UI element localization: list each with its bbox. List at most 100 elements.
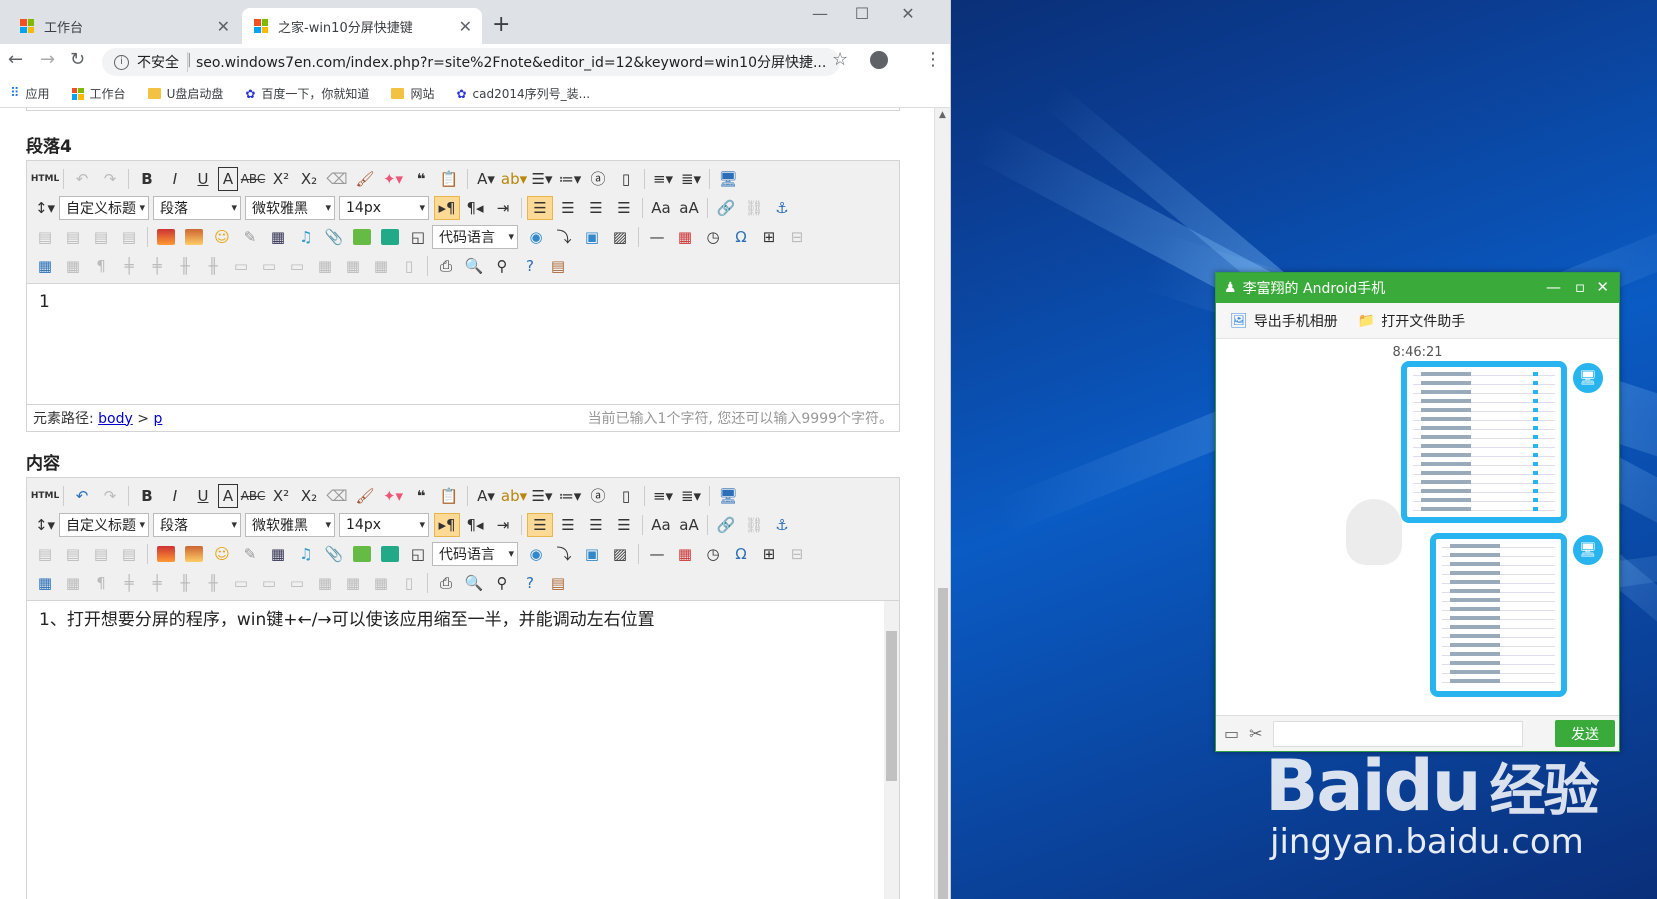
bookmark-sites[interactable]: 网站 (391, 85, 434, 102)
template-icon[interactable]: ▣ (579, 225, 605, 249)
indent-icon[interactable]: ⇥ (490, 513, 516, 537)
highlight-icon[interactable]: ab▾ (501, 167, 527, 191)
row-spacing-top-icon[interactable]: ≡▾ (650, 484, 676, 508)
wordimage-icon[interactable]: ⊞ (756, 542, 782, 566)
scrawl-icon[interactable]: ✎ (237, 225, 263, 249)
strikethrough-icon[interactable]: ABC (240, 167, 266, 191)
bookmark-workbench[interactable]: 工作台 (71, 85, 126, 102)
scrawl-icon[interactable]: ✎ (237, 542, 263, 566)
insert-image-icon[interactable] (181, 225, 207, 249)
qq-send-button[interactable]: 发送 (1555, 720, 1615, 747)
profile-avatar-icon[interactable] (870, 51, 888, 69)
new-tab-button[interactable]: + (492, 12, 510, 37)
qq-maximize-button[interactable]: ▫ (1575, 278, 1585, 296)
qq-minimize-button[interactable]: — (1546, 278, 1561, 296)
unordered-list-icon[interactable]: ≔▾ (557, 484, 583, 508)
page-break-icon[interactable]: ⤵ (551, 542, 577, 566)
music-icon[interactable]: ♫ (293, 225, 319, 249)
merge-right-icon[interactable]: ▭ (256, 254, 282, 278)
merge-cells-icon[interactable]: ▭ (228, 254, 254, 278)
search-replace-icon[interactable]: ⚲ (489, 571, 515, 595)
image-right-icon[interactable]: ▤ (88, 225, 114, 249)
simple-upload-icon[interactable] (153, 225, 179, 249)
insert-table-icon[interactable]: ▦ (32, 254, 58, 278)
line-height-icon[interactable]: ↕▾ (32, 196, 58, 220)
path-body-link[interactable]: body (98, 411, 133, 427)
insert-col-icon[interactable]: ╫ (172, 571, 198, 595)
select-all-icon[interactable]: ⓐ (585, 167, 611, 191)
unlink-icon[interactable]: ⛓ (741, 196, 767, 220)
indent-icon[interactable]: ⇥ (490, 196, 516, 220)
draft-icon[interactable]: ▤ (545, 571, 571, 595)
help-icon[interactable]: ? (517, 254, 543, 278)
eraser-icon[interactable]: ⌫ (324, 167, 350, 191)
image-left-icon[interactable]: ▤ (60, 542, 86, 566)
subscript-icon[interactable]: X₂ (296, 167, 322, 191)
superscript-icon[interactable]: X² (268, 484, 294, 508)
merge-down-icon[interactable]: ▭ (284, 254, 310, 278)
highlight-icon[interactable]: ab▾ (501, 484, 527, 508)
font-color-icon[interactable]: A▾ (473, 167, 499, 191)
split-cells-icon[interactable]: ▦ (312, 254, 338, 278)
align-justify-icon[interactable]: ☰ (611, 513, 637, 537)
paragraph-format-select[interactable]: 段落 (153, 195, 241, 220)
tab-close-icon[interactable]: ✕ (217, 17, 230, 36)
redo-icon[interactable]: ↷ (97, 484, 123, 508)
edittip-icon[interactable]: ⊟ (784, 225, 810, 249)
close-window-button[interactable]: ✕ (888, 4, 928, 23)
undo-icon[interactable]: ↶ (69, 484, 95, 508)
ltr-direction-icon[interactable]: ▸¶ (434, 195, 460, 220)
template-icon[interactable]: ▣ (579, 542, 605, 566)
undo-icon[interactable]: ↶ (69, 167, 95, 191)
redo-icon[interactable]: ↷ (97, 167, 123, 191)
select-all-icon[interactable]: ⓐ (585, 484, 611, 508)
web-page-icon[interactable]: ◉ (523, 225, 549, 249)
page-break-icon[interactable]: ⤵ (551, 225, 577, 249)
delete-col-icon[interactable]: ╫ (200, 571, 226, 595)
paste-plain-icon[interactable]: 📋 (436, 167, 462, 191)
font-border-icon[interactable]: A (218, 166, 238, 191)
web-page-icon[interactable]: ◉ (523, 542, 549, 566)
split-cells-icon[interactable]: ▦ (312, 571, 338, 595)
strikethrough-icon[interactable]: ABC (240, 484, 266, 508)
merge-down-icon[interactable]: ▭ (284, 571, 310, 595)
insert-video-icon[interactable]: ▦ (265, 225, 291, 249)
clear-doc-icon[interactable]: ▯ (613, 484, 639, 508)
font-family-select[interactable]: 微软雅黑 (245, 195, 335, 220)
delete-col-icon[interactable]: ╫ (200, 254, 226, 278)
merge-right-icon[interactable]: ▭ (256, 571, 282, 595)
screenshot-scissors-icon[interactable]: ✂ (1249, 724, 1262, 743)
insert-row-icon[interactable]: ╪ (116, 254, 142, 278)
tab-close-icon[interactable]: ✕ (459, 17, 472, 36)
preview-search-icon[interactable]: 🔍 (461, 254, 487, 278)
subscript-icon[interactable]: X₂ (296, 484, 322, 508)
insert-col-icon[interactable]: ╫ (172, 254, 198, 278)
editor-scrollbar[interactable] (884, 601, 899, 899)
align-left-icon[interactable]: ☰ (527, 512, 553, 537)
underline-icon[interactable]: U (190, 484, 216, 508)
preview-icon[interactable]: 🖥 (715, 167, 741, 191)
delete-table-icon[interactable]: ▦ (60, 571, 86, 595)
special-chars-icon[interactable]: Ω (728, 225, 754, 249)
qq-close-button[interactable]: ✕ (1596, 278, 1609, 296)
rtl-direction-icon[interactable]: ¶◂ (462, 196, 488, 220)
anchor-icon[interactable]: ⚓ (769, 196, 795, 220)
ordered-list-icon[interactable]: ☰▾ (529, 167, 555, 191)
ordered-list-icon[interactable]: ☰▾ (529, 484, 555, 508)
uppercase-icon[interactable]: Aa (648, 513, 674, 537)
preview-search-icon[interactable]: 🔍 (461, 571, 487, 595)
image-left-icon[interactable]: ▤ (60, 225, 86, 249)
superscript-icon[interactable]: X² (268, 167, 294, 191)
bookmark-usb[interactable]: U盘启动盘 (147, 85, 223, 102)
wordimage-icon[interactable]: ⊞ (756, 225, 782, 249)
maximize-button[interactable]: ☐ (842, 4, 882, 23)
code-language-select[interactable]: 代码语言 (432, 541, 518, 566)
date-icon[interactable]: ▦ (672, 542, 698, 566)
export-album-button[interactable]: 🖼 导出手机相册 (1230, 311, 1338, 331)
custom-style-select[interactable]: 自定义标题 (59, 195, 149, 220)
bookmark-baidu[interactable]: ✿ 百度一下，你就知道 (245, 85, 369, 102)
font-size-select[interactable]: 14px (339, 512, 429, 537)
tab-active[interactable]: 之家-win10分屏快捷键 ✕ (242, 8, 482, 44)
back-arrow-icon[interactable]: ← (8, 49, 23, 70)
bookmark-cad[interactable]: ✿ cad2014序列号_装... (456, 85, 590, 102)
